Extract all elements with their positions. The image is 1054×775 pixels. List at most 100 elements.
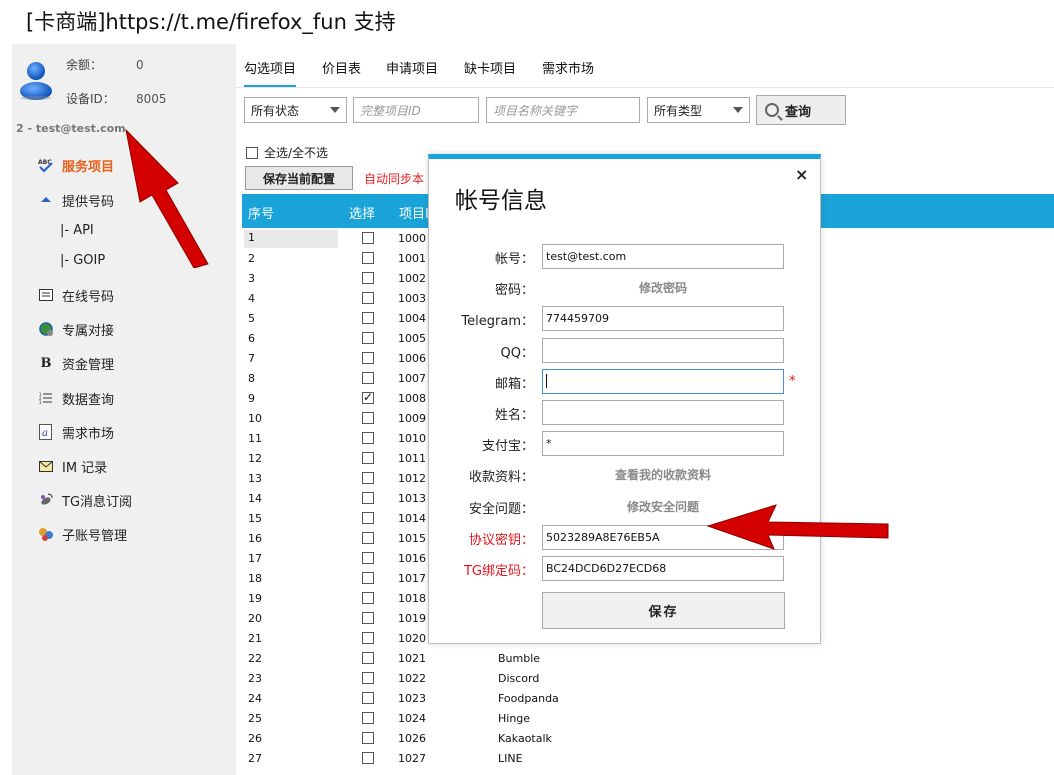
tab-selected-projects[interactable]: 勾选项目 xyxy=(244,58,297,87)
tab-missing-cards[interactable]: 缺卡项目 xyxy=(464,58,516,85)
table-row[interactable]: 22 1021 Bumble xyxy=(242,649,1054,669)
field-input[interactable]: BC24DCD6D27ECD68 xyxy=(542,556,784,581)
row-checkbox[interactable] xyxy=(362,492,374,504)
row-checkbox[interactable] xyxy=(362,292,374,304)
status-select[interactable]: 所有状态 xyxy=(244,97,347,123)
field-input[interactable] xyxy=(542,368,784,394)
sidebar-item-im-records[interactable]: IM 记录 xyxy=(38,455,107,477)
save-config-button[interactable]: 保存当前配置 xyxy=(245,166,353,190)
row-checkbox[interactable] xyxy=(362,752,374,764)
row-number: 3 xyxy=(248,272,255,285)
row-checkbox[interactable] xyxy=(362,352,374,364)
row-project-id: 1012 xyxy=(398,472,426,485)
row-checkbox[interactable] xyxy=(362,372,374,384)
row-checkbox[interactable] xyxy=(362,712,374,724)
close-icon[interactable]: × xyxy=(795,165,808,184)
sidebar-item-data-query[interactable]: 123 数据查询 xyxy=(38,387,114,409)
row-project-id: 1009 xyxy=(398,412,426,425)
table-row[interactable]: 25 1024 Hinge xyxy=(242,709,1054,729)
tab-apply-projects[interactable]: 申请项目 xyxy=(386,58,438,85)
sidebar-item-demand-market[interactable]: a 需求市场 xyxy=(38,421,114,443)
row-checkbox[interactable] xyxy=(362,532,374,544)
row-checkbox[interactable] xyxy=(362,232,374,244)
row-number: 26 xyxy=(248,732,262,745)
sidebar-item-sub-accounts[interactable]: 子账号管理 xyxy=(38,523,127,545)
project-id-input[interactable]: 完整项目ID xyxy=(353,97,479,123)
row-checkbox[interactable] xyxy=(362,692,374,704)
row-checkbox[interactable] xyxy=(362,332,374,344)
select-all-checkbox[interactable] xyxy=(246,146,258,159)
sidebar-item-online-numbers[interactable]: 在线号码 xyxy=(38,284,114,306)
select-all-label: 全选/全不选 xyxy=(264,146,329,160)
field-label: 协议密钥： xyxy=(468,532,534,548)
row-checkbox[interactable] xyxy=(362,652,374,664)
row-project-id: 1027 xyxy=(398,752,426,765)
sidebar-subitem-goip[interactable]: |- GOIP xyxy=(60,253,105,268)
row-project-id: 1005 xyxy=(398,332,426,345)
field-input[interactable]: 774459709 xyxy=(542,306,784,332)
window-title: [卡商端]https://t.me/firefox_fun 支持 xyxy=(26,6,396,36)
row-checkbox[interactable] xyxy=(362,272,374,284)
row-checkbox[interactable] xyxy=(362,592,374,604)
row-project-id: 1006 xyxy=(398,352,426,365)
tab-price-list[interactable]: 价目表 xyxy=(322,58,361,85)
row-project-id: 1015 xyxy=(398,532,426,545)
project-name-input[interactable]: 项目名称关键字 xyxy=(486,97,640,123)
sidebar-item-label: 服务项目 xyxy=(62,159,115,175)
tab-demand-market[interactable]: 需求市场 xyxy=(542,58,594,85)
field-link[interactable]: 查看我的收款资料 xyxy=(542,466,784,483)
field-input[interactable]: 5023289A8E76EB5A xyxy=(542,524,784,550)
column-header-select: 选择 xyxy=(349,207,376,222)
table-row[interactable]: 26 1026 Kakaotalk xyxy=(242,729,1054,749)
field-link[interactable]: 修改密码 xyxy=(542,279,784,296)
row-checkbox[interactable] xyxy=(362,472,374,484)
row-checkbox[interactable] xyxy=(362,672,374,684)
chevron-down-icon xyxy=(330,107,340,113)
row-number: 23 xyxy=(248,672,262,685)
sidebar-item-tg-subscription[interactable]: TG消息订阅 xyxy=(38,489,132,511)
title-bracket-open: [ xyxy=(26,10,35,34)
field-input[interactable]: test@test.com xyxy=(542,244,784,269)
field-input-value: * xyxy=(546,437,552,451)
row-project-name: Bumble xyxy=(498,652,541,665)
row-checkbox[interactable] xyxy=(362,452,374,464)
row-checkbox[interactable] xyxy=(362,612,374,624)
field-input[interactable]: * xyxy=(542,431,784,457)
row-checkbox[interactable] xyxy=(362,552,374,564)
row-number: 11 xyxy=(248,432,262,445)
abc-check-icon: ABC xyxy=(38,157,54,173)
row-checkbox[interactable] xyxy=(362,432,374,444)
type-select[interactable]: 所有类型 xyxy=(647,97,750,123)
query-button-label: 查询 xyxy=(785,104,812,120)
sidebar-item-label: IM 记录 xyxy=(62,460,108,476)
row-checkbox[interactable] xyxy=(362,252,374,264)
row-checkbox[interactable] xyxy=(362,632,374,644)
field-input[interactable] xyxy=(542,337,784,363)
table-row[interactable]: 24 1023 Foodpanda xyxy=(242,689,1054,709)
sidebar-item-exclusive-docking[interactable]: 专属对接 xyxy=(38,318,114,340)
sidebar-item-provide-numbers[interactable]: 提供号码 xyxy=(38,189,114,211)
row-checkbox[interactable] xyxy=(362,732,374,744)
row-checkbox[interactable] xyxy=(362,390,374,404)
select-all-row[interactable]: 全选/全不选 xyxy=(246,144,328,161)
upload-icon xyxy=(38,192,54,208)
field-label: 安全问题： xyxy=(468,501,534,517)
table-row[interactable]: 23 1022 Discord xyxy=(242,669,1054,689)
row-checkbox[interactable] xyxy=(362,412,374,424)
sidebar-item-fund-management[interactable]: B 资金管理 xyxy=(38,352,115,374)
user-account-line: 2 - test@test.com xyxy=(16,122,126,135)
sidebar-subitem-api[interactable]: |- API xyxy=(60,223,94,238)
row-checkbox[interactable] xyxy=(362,512,374,524)
sidebar-item-service-projects[interactable]: ABC 服务项目 xyxy=(38,154,114,176)
field-link[interactable]: 修改安全问题 xyxy=(542,498,784,515)
row-checkbox[interactable] xyxy=(362,572,374,584)
row-checkbox[interactable] xyxy=(362,312,374,324)
field-input[interactable] xyxy=(542,400,784,425)
row-number: 22 xyxy=(248,652,262,665)
table-row[interactable]: 27 1027 LINE xyxy=(242,749,1054,769)
query-button[interactable]: 查询 xyxy=(756,95,846,125)
save-button[interactable]: 保存 xyxy=(542,592,785,629)
field-label: 支付宝： xyxy=(481,439,534,455)
row-project-id: 1018 xyxy=(398,592,426,605)
row-number: 7 xyxy=(248,352,255,365)
